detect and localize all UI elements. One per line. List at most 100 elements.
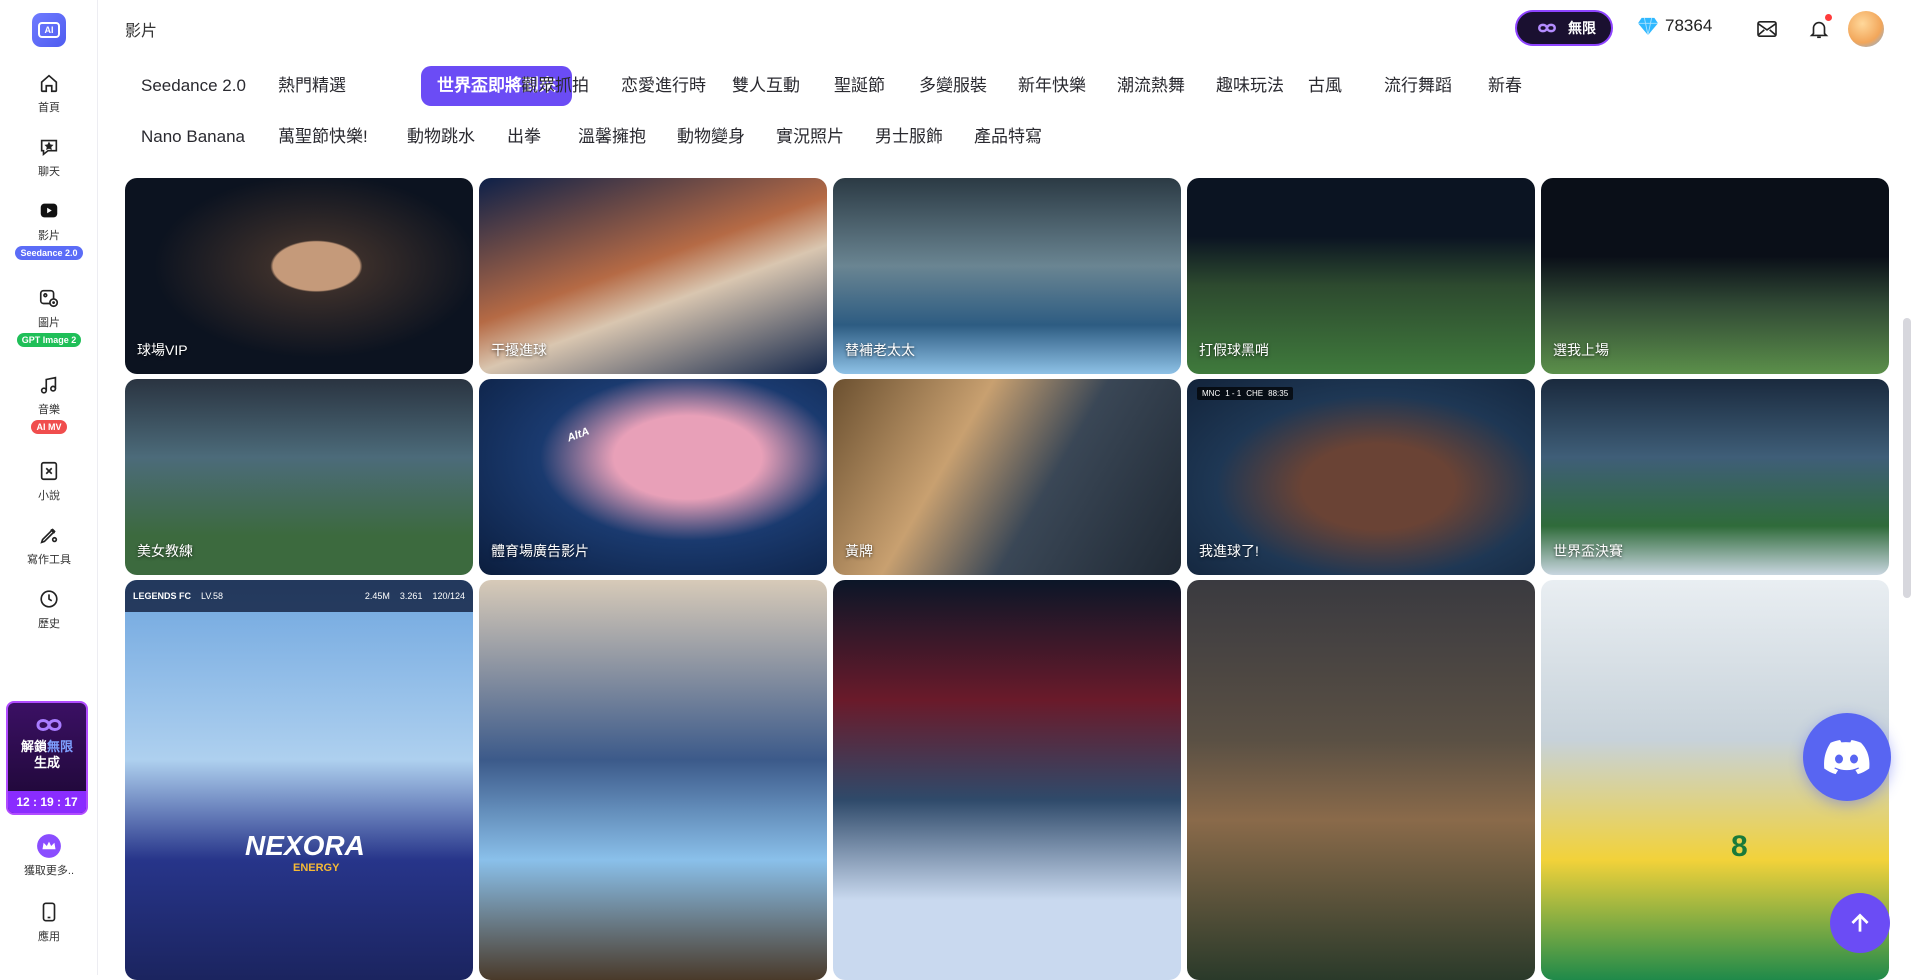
- infinity-icon: [1538, 23, 1556, 33]
- sidebar-item-label: 小說: [38, 490, 60, 502]
- tab-row1-11[interactable]: 古風: [1292, 66, 1358, 106]
- sidebar-item-label: 寫作工具: [27, 554, 71, 566]
- sidebar-item-app[interactable]: 應用: [0, 899, 98, 944]
- video-card-title: 體育場廣告影片: [491, 543, 589, 559]
- video-card[interactable]: [479, 580, 827, 980]
- tab-row2-1[interactable]: 萬聖節快樂!: [262, 117, 384, 157]
- tab-row2-3[interactable]: 出拳: [491, 117, 557, 157]
- tab-row2-4[interactable]: 溫馨擁抱: [562, 117, 662, 157]
- video-card[interactable]: 打假球黑哨: [1187, 178, 1535, 374]
- sidebar-item-music[interactable]: 音樂 AI MV: [0, 372, 98, 434]
- avatar[interactable]: [1848, 11, 1884, 47]
- video-card-title: 美女教練: [137, 543, 193, 559]
- ai-mv-badge: AI MV: [31, 420, 67, 434]
- tab-row2-6[interactable]: 實況照片: [760, 117, 860, 157]
- tab-row1-12[interactable]: 流行舞蹈: [1368, 66, 1468, 106]
- video-card[interactable]: [833, 580, 1181, 980]
- infinity-icon: [36, 719, 62, 731]
- sidebar-item-video[interactable]: 影片 Seedance 2.0: [0, 198, 98, 260]
- promo-unlimited-label: 無限: [47, 739, 74, 754]
- sidebar-item-label: 影片: [38, 230, 60, 242]
- tab-row1-13[interactable]: 新春: [1472, 66, 1538, 106]
- tab-row1-4[interactable]: 恋愛進行時: [605, 66, 722, 106]
- ai-logo-icon[interactable]: AI: [32, 13, 66, 47]
- video-icon: [36, 198, 62, 224]
- diamond-icon: [1638, 17, 1658, 36]
- discord-button[interactable]: [1803, 713, 1891, 801]
- tab-row1-3[interactable]: 觀眾抓拍: [505, 66, 605, 106]
- notification-dot: [1825, 14, 1832, 21]
- bell-icon[interactable]: [1806, 14, 1832, 42]
- promo-countdown: 12 : 19 : 17: [8, 791, 86, 813]
- promo-generate-label: 生成: [33, 755, 60, 770]
- sidebar-item-writing[interactable]: 寫作工具: [0, 522, 98, 567]
- video-card[interactable]: 黃牌: [833, 379, 1181, 575]
- sidebar: AI 首頁 聊天 影片 Seedance 2.0 圖片 GPT Image 2 …: [0, 0, 98, 975]
- image-icon: [36, 285, 62, 311]
- game-hud: LEGENDS FC LV.58 2.45M 3.261 120/124: [125, 580, 473, 612]
- tab-row1-6[interactable]: 聖誕節: [818, 66, 901, 106]
- tab-row1-10[interactable]: 趣味玩法: [1200, 66, 1300, 106]
- tab-row1-8[interactable]: 新年快樂: [1002, 66, 1102, 106]
- sidebar-item-label: 音樂: [38, 404, 60, 416]
- sidebar-item-history[interactable]: 歷史: [0, 586, 98, 631]
- tab-row2-2[interactable]: 動物跳水: [391, 117, 491, 157]
- sidebar-item-label: 首頁: [38, 102, 60, 114]
- video-card[interactable]: 替補老太太: [833, 178, 1181, 374]
- video-card[interactable]: 我進球了! MNC 1 - 1 CHE 88:35: [1187, 379, 1535, 575]
- tab-row2-5[interactable]: 動物變身: [661, 117, 761, 157]
- hud-gems: 3.261: [399, 591, 423, 601]
- hud-coins: 2.45M: [364, 591, 390, 601]
- discord-icon: [1824, 739, 1870, 775]
- video-card-title: 替補老太太: [845, 342, 915, 358]
- unlimited-label: 無限: [1568, 20, 1596, 36]
- sidebar-item-chat[interactable]: 聊天: [0, 134, 98, 179]
- jersey-number: 8: [1731, 830, 1748, 863]
- video-card[interactable]: LEGENDS FC LV.58 2.45M 3.261 120/124 NEXORA EN…: [125, 580, 473, 980]
- gem-balance[interactable]: 78364: [1637, 16, 1712, 36]
- sidebar-item-novel[interactable]: 小說: [0, 458, 98, 503]
- seedance-badge: Seedance 2.0: [15, 246, 83, 260]
- video-card[interactable]: 選我上場: [1541, 178, 1889, 374]
- video-card-title: 干擾進球: [491, 342, 547, 358]
- video-card[interactable]: 體育場廣告影片 AltA: [479, 379, 827, 575]
- hud-level: LV.58: [201, 591, 224, 601]
- unlock-unlimited-promo[interactable]: 解鎖無限 生成 12 : 19 : 17: [6, 701, 88, 815]
- tab-row2-8[interactable]: 產品特寫: [958, 117, 1058, 157]
- video-card[interactable]: [1187, 580, 1535, 980]
- music-icon: [36, 372, 62, 398]
- hud-home: MNC: [1202, 389, 1221, 398]
- novel-icon: [36, 458, 62, 484]
- tab-row1-1[interactable]: 熱門精選: [262, 66, 362, 106]
- tab-row2-7[interactable]: 男士服飾: [859, 117, 959, 157]
- pen-icon: [36, 522, 62, 548]
- video-card[interactable]: 球場VIP: [125, 178, 473, 374]
- home-icon: [36, 70, 62, 96]
- back-to-top-button[interactable]: [1830, 893, 1890, 953]
- tab-row1-0[interactable]: Seedance 2.0: [125, 66, 262, 106]
- phone-icon: [36, 899, 62, 925]
- mail-icon[interactable]: [1754, 16, 1780, 42]
- jersey-sub: ENERGY: [293, 862, 340, 874]
- tab-row1-9[interactable]: 潮流熱舞: [1101, 66, 1201, 106]
- gpt-image-badge: GPT Image 2: [16, 333, 82, 347]
- sidebar-item-get-more[interactable]: 獲取更多..: [0, 833, 98, 878]
- tab-row1-7[interactable]: 多變服裝: [903, 66, 1003, 106]
- history-icon: [36, 586, 62, 612]
- unlimited-button[interactable]: 無限: [1515, 10, 1613, 46]
- promo-unlock-label: 解鎖: [20, 739, 47, 754]
- jersey-text: NEXORA: [245, 830, 365, 861]
- page-title: 影片: [125, 23, 158, 40]
- video-card[interactable]: 干擾進球: [479, 178, 827, 374]
- gem-count: 78364: [1665, 16, 1713, 35]
- sidebar-item-label: 圖片: [38, 317, 60, 329]
- video-card[interactable]: 美女教練: [125, 379, 473, 575]
- can-label: AltA: [565, 425, 591, 445]
- sidebar-item-home[interactable]: 首頁: [0, 70, 98, 115]
- scrollbar[interactable]: [1903, 318, 1911, 598]
- sidebar-item-image[interactable]: 圖片 GPT Image 2: [0, 285, 98, 347]
- video-card[interactable]: 世界盃決賽: [1541, 379, 1889, 575]
- tab-row2-0[interactable]: Nano Banana: [125, 117, 261, 157]
- chat-icon: [36, 134, 62, 160]
- tab-row1-5[interactable]: 雙人互動: [716, 66, 816, 106]
